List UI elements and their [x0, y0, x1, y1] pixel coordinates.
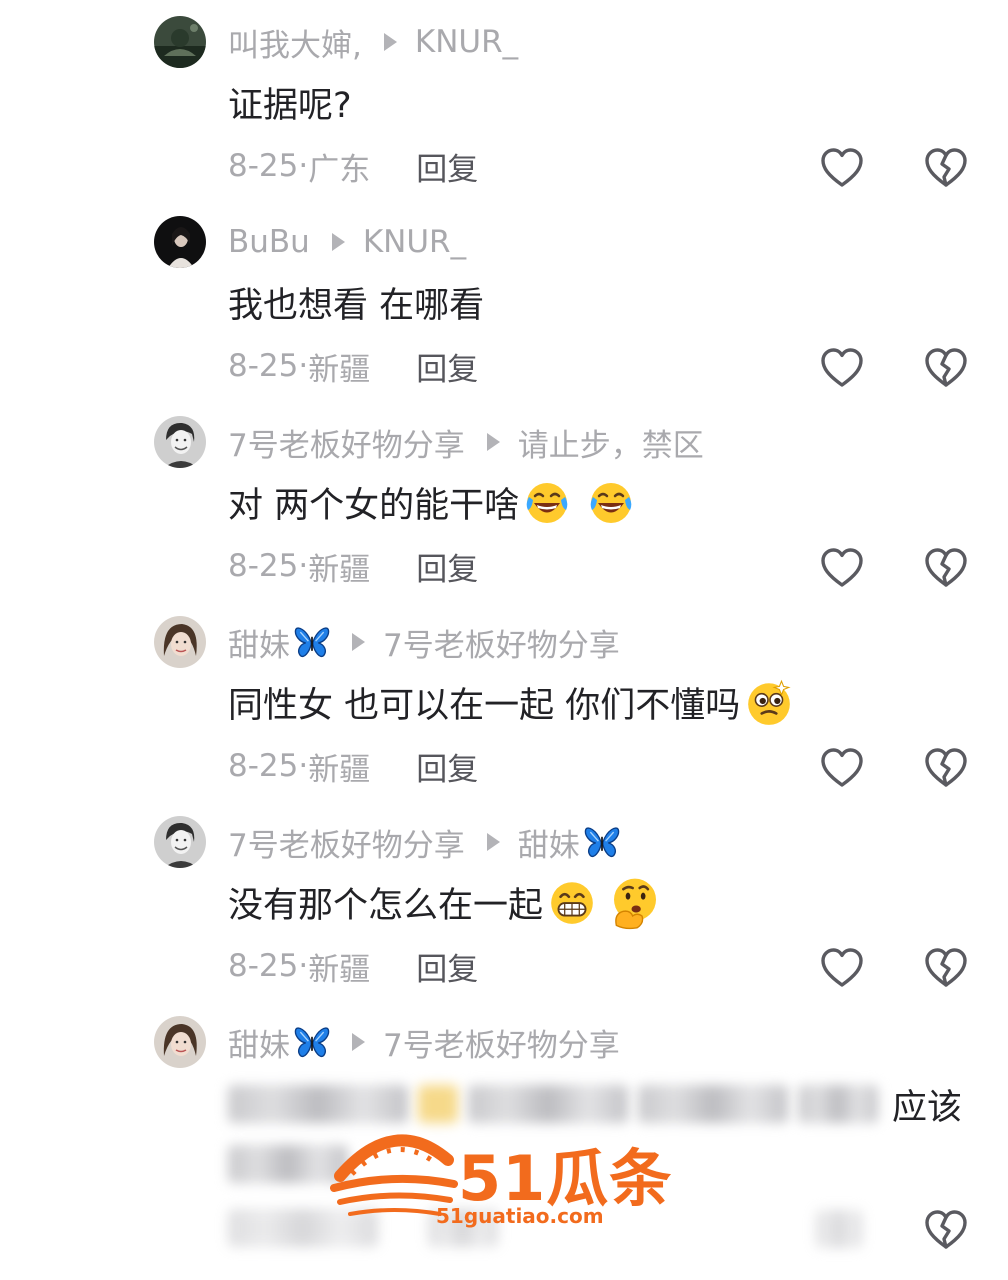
avatar[interactable]	[154, 216, 206, 268]
blur-mask	[418, 1085, 458, 1123]
reply-button[interactable]: 回复	[416, 744, 478, 789]
dizzy-face-emoji	[744, 677, 794, 727]
comment-text-row: 对 两个女的能干啥	[228, 478, 635, 526]
reply-to-username[interactable]: 7号老板好物分享	[383, 620, 620, 665]
comment-date: 8-25·	[228, 348, 309, 384]
comment-item: 甜妹 7号老板好物分享 同性女 也可以在一起 你们不懂吗 8-25· 新疆 回复	[0, 600, 1008, 800]
broken-heart-icon[interactable]	[922, 344, 970, 392]
comment-item: 叫我大婶, KNUR_ 证据呢? 8-25· 广东 回复	[0, 0, 1008, 200]
comment-meta: 8-25· 新疆 回复	[228, 544, 478, 588]
broken-heart-icon[interactable]	[922, 944, 970, 992]
username[interactable]: 7号老板好物分享	[228, 420, 465, 465]
reply-arrow-icon	[331, 233, 345, 251]
reply-button[interactable]: 回复	[416, 944, 478, 989]
reply-to-username[interactable]: KNUR_	[363, 224, 466, 260]
heart-outline-icon[interactable]	[818, 744, 866, 792]
comment-thread: 叫我大婶, KNUR_ 证据呢? 8-25· 广东 回复 BuBu KNUR_ …	[0, 0, 1008, 1280]
reply-arrow-icon	[383, 33, 397, 51]
comment-meta: 8-25· 新疆 回复	[228, 744, 478, 788]
comment-meta: 8-25· 新疆 回复	[228, 344, 478, 388]
broken-heart-icon[interactable]	[922, 544, 970, 592]
avatar[interactable]	[154, 416, 206, 468]
butterfly-icon	[294, 1024, 330, 1060]
comment-date: 8-25·	[228, 548, 309, 584]
comment-header: 甜妹 7号老板好物分享	[228, 1020, 620, 1064]
heart-outline-icon[interactable]	[818, 544, 866, 592]
reply-button[interactable]: 回复	[416, 144, 478, 189]
comment-date: 8-25·	[228, 748, 309, 784]
blur-mask	[798, 1085, 878, 1123]
heart-outline-icon[interactable]	[818, 144, 866, 192]
username[interactable]: BuBu	[228, 224, 310, 260]
comment-item: 7号老板好物分享 甜妹 没有那个怎么在一起 8-25· 新疆 回复	[0, 800, 1008, 1000]
avatar[interactable]	[154, 616, 206, 668]
site-watermark: 51瓜条 51guatiao.com	[330, 1122, 690, 1232]
comment-meta: 8-25· 广东 回复	[228, 144, 478, 188]
comment-header: 甜妹 7号老板好物分享	[228, 620, 620, 664]
username[interactable]: 叫我大婶,	[228, 20, 362, 65]
comment-text: 我也想看 在哪看	[228, 285, 485, 326]
comment-header: 7号老板好物分享 请止步，禁区	[228, 420, 704, 464]
thinking-face-emoji	[607, 874, 663, 930]
butterfly-icon	[294, 624, 330, 660]
reply-arrow-icon	[486, 433, 500, 451]
comment-text: 对 两个女的能干啥	[228, 485, 520, 526]
comment-text: 证据呢?	[228, 85, 352, 126]
comment-meta: 8-25· 新疆 回复	[228, 944, 478, 988]
reply-arrow-icon	[486, 833, 500, 851]
broken-heart-icon[interactable]	[922, 144, 970, 192]
comment-text: 同性女 也可以在一起 你们不懂吗	[228, 685, 741, 726]
butterfly-icon	[584, 824, 620, 860]
comment-header: BuBu KNUR_	[228, 220, 466, 264]
comment-text-visible: 应该	[892, 1087, 963, 1128]
avatar[interactable]	[154, 16, 206, 68]
comment-text: 没有那个怎么在一起	[228, 885, 544, 926]
reply-button[interactable]: 回复	[416, 544, 478, 589]
username[interactable]: 甜妹	[228, 620, 290, 665]
blur-mask	[638, 1085, 788, 1123]
blur-mask	[468, 1085, 628, 1123]
comment-location: 新疆	[308, 351, 371, 388]
reply-arrow-icon	[352, 633, 365, 651]
reply-to-username[interactable]: 甜妹	[518, 820, 580, 865]
broken-heart-icon[interactable]	[922, 1206, 970, 1254]
comment-location: 广东	[308, 151, 371, 188]
comment-header: 7号老板好物分享 甜妹	[228, 820, 620, 864]
reply-to-username[interactable]: 请止步，禁区	[518, 420, 704, 465]
username[interactable]: 甜妹	[228, 1020, 290, 1065]
laughing-crying-emoji	[523, 478, 571, 526]
reply-button[interactable]: 回复	[416, 344, 478, 389]
comment-text-row: 没有那个怎么在一起	[228, 878, 663, 926]
heart-outline-icon[interactable]	[818, 344, 866, 392]
comment-location: 新疆	[308, 951, 371, 988]
comment-text-row: 证据呢?	[228, 78, 352, 126]
comment-location: 新疆	[308, 751, 371, 788]
blur-mask	[228, 1085, 408, 1123]
comment-text-row: 我也想看 在哪看	[228, 278, 484, 326]
blur-mask	[816, 1210, 862, 1248]
comment-text-row: 同性女 也可以在一起 你们不懂吗	[228, 678, 794, 726]
reply-to-username[interactable]: 7号老板好物分享	[383, 1020, 620, 1065]
comment-item: 7号老板好物分享 请止步，禁区 对 两个女的能干啥 8-25· 新疆 回复	[0, 400, 1008, 600]
comment-item: BuBu KNUR_ 我也想看 在哪看 8-25· 新疆 回复	[0, 200, 1008, 400]
reply-arrow-icon	[352, 1033, 365, 1051]
comment-date: 8-25·	[228, 948, 309, 984]
avatar[interactable]	[154, 816, 206, 868]
comment-location: 新疆	[308, 551, 371, 588]
laughing-crying-emoji	[587, 478, 635, 526]
avatar[interactable]	[154, 1016, 206, 1068]
watermark-url: 51guatiao.com	[436, 1204, 604, 1228]
grinning-teeth-emoji	[547, 877, 597, 927]
reply-to-username[interactable]: KNUR_	[415, 24, 518, 60]
username[interactable]: 7号老板好物分享	[228, 820, 465, 865]
comment-date: 8-25·	[228, 148, 309, 184]
heart-outline-icon[interactable]	[818, 944, 866, 992]
broken-heart-icon[interactable]	[922, 744, 970, 792]
comment-header: 叫我大婶, KNUR_	[228, 20, 518, 64]
